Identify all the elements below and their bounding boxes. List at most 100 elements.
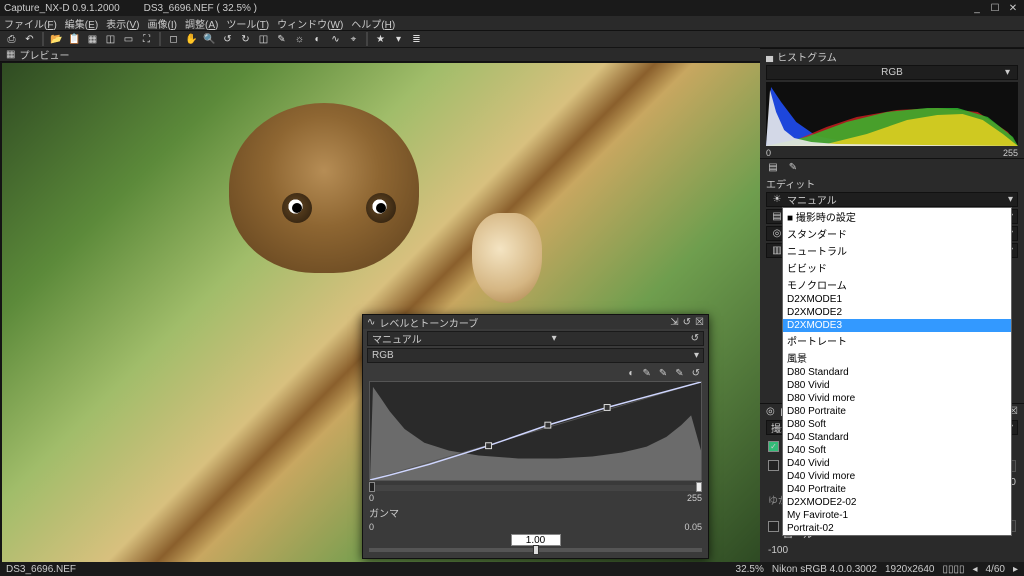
title-bar: Capture_NX-D 0.9.1.2000 DS3_6696.NEF ( 3… [0,0,1024,16]
picture-control-option[interactable]: D80 Standard [783,366,1011,379]
axial-aberration-checkbox[interactable] [768,460,779,471]
undo-icon[interactable]: ↶ [22,32,37,46]
info-tab-icon[interactable]: ✎ [786,162,800,173]
picture-control-option[interactable]: スタンダード [783,225,1011,242]
preview-pane: ▦ プレビュー ∿ レベルとトーンカーブ ⇲ ↺ ☒ マニュアル ↺ [0,48,760,562]
rotate-left-icon[interactable]: ↺ [220,32,235,46]
app-title: Capture_NX-D 0.9.1.2000 [4,3,120,14]
menu-image[interactable]: 画像(I) [148,16,177,31]
pin-icon[interactable]: ⇲ [670,317,678,328]
picture-control-option[interactable]: ニュートラル [783,242,1011,259]
fit-icon[interactable]: ◻ [166,32,181,46]
histogram-channel-dropdown[interactable]: RGB [766,65,1018,80]
prev-image-button[interactable]: ◂ [972,564,977,575]
edit-header[interactable]: エディット [760,176,1024,190]
next-image-button[interactable]: ▸ [1013,564,1018,575]
hist-min: 0 [766,148,771,158]
picture-control-option[interactable]: D40 Portraite [783,483,1011,496]
compare-icon[interactable]: ◫ [103,32,118,46]
auto-contrast-icon[interactable]: ◐ [628,368,634,378]
picture-control-option[interactable]: D40 Vivid more [783,470,1011,483]
eyedrop-gray-icon[interactable]: ✎ [659,368,667,378]
preset-dropdown[interactable]: マニュアル ↺ [367,331,704,346]
menu-edit[interactable]: 編集(E) [65,16,98,31]
rgb-histogram [766,82,1018,146]
picture-control-option[interactable]: D2XMODE3 [783,319,1011,332]
picture-control-option[interactable]: Portrait-02 [783,522,1011,535]
input-max: 255 [687,493,702,503]
mask-icon[interactable]: ◐ [310,32,325,46]
picture-control-option[interactable]: D40 Vivid [783,457,1011,470]
status-filename: DS3_6696.NEF [6,564,76,575]
picture-control-option[interactable]: D80 Vivid more [783,392,1011,405]
input-slider[interactable] [369,485,702,491]
chevron-down-icon [1005,67,1010,78]
picture-control-option[interactable]: D2XMODE1 [783,293,1011,306]
preview-tab-label: プレビュー [19,48,69,62]
eyedropper-icon[interactable]: ✎ [274,32,289,46]
preset-reset-icon[interactable]: ↺ [691,333,699,344]
menu-file[interactable]: ファイル(F) [4,16,57,31]
reset-panel-icon[interactable]: ↺ [683,317,691,328]
picture-control-option[interactable]: ポートレート [783,332,1011,349]
menu-view[interactable]: 表示(V) [106,16,139,31]
picture-control-option[interactable]: D2XMODE2-02 [783,496,1011,509]
edit-tab-icon[interactable]: ▤ [766,162,780,173]
select-icon[interactable]: ▭ [121,32,136,46]
picture-control-option[interactable]: D40 Soft [783,444,1011,457]
levels-curve-panel: ∿ レベルとトーンカーブ ⇲ ↺ ☒ マニュアル ↺ RGB ◐ ✎ ✎ [362,314,709,559]
curve-icon[interactable]: ∿ [328,32,343,46]
grid-icon[interactable]: ▦ [85,32,100,46]
fullscreen-icon[interactable]: ⛶ [139,32,154,46]
menu-bar: ファイル(F) 編集(E) 表示(V) 画像(I) 調整(A) ツール(T) ウ… [0,16,1024,31]
menu-adjust[interactable]: 調整(A) [185,16,218,31]
output-min: 0 [369,522,374,532]
menu-tool[interactable]: ツール(T) [226,16,269,31]
tag-icon[interactable]: ⌖ [346,32,361,46]
hist-max: 255 [1003,148,1018,158]
picture-control-option[interactable]: 風景 [783,349,1011,366]
menu-window[interactable]: ウィンドウ(W) [277,16,343,31]
sort-icon[interactable]: ≣ [409,32,424,46]
picture-control-option[interactable]: My Favirote-1 [783,509,1011,522]
filter-icon[interactable]: ▾ [391,32,406,46]
doc-title: DS3_6696.NEF ( 32.5% ) [144,3,257,14]
edit-preset-dropdown[interactable]: ☀ マニュアル [766,192,1018,207]
star-icon[interactable]: ★ [373,32,388,46]
save-icon[interactable]: 📋 [67,32,82,46]
close-button[interactable]: ✕ [1006,3,1020,14]
rotate-right-icon[interactable]: ↻ [238,32,253,46]
picture-control-option[interactable]: D40 Standard [783,431,1011,444]
thumbnail-icon[interactable]: ▦ [6,49,15,60]
whitebalance-icon[interactable]: ☼ [292,32,307,46]
zoom-icon[interactable]: 🔍 [202,32,217,46]
picture-control-option[interactable]: D80 Soft [783,418,1011,431]
tone-curve-graph[interactable] [369,381,702,481]
vignette-checkbox[interactable] [768,521,779,532]
picture-control-option[interactable]: D80 Portraite [783,405,1011,418]
close-panel-icon[interactable]: ☒ [695,317,704,328]
picture-control-option[interactable]: D2XMODE2 [783,306,1011,319]
open-icon[interactable]: 📂 [49,32,64,46]
eyedrop-white-icon[interactable]: ✎ [675,368,683,378]
maximize-button[interactable]: ☐ [988,3,1002,14]
histogram-header[interactable]: ▄ ヒストグラム [760,49,1024,63]
gamma-slider[interactable] [369,548,702,552]
menu-help[interactable]: ヘルプ(H) [351,16,395,31]
picture-control-option[interactable]: モノクローム [783,276,1011,293]
channel-dropdown[interactable]: RGB [367,348,704,363]
status-icons: ▯▯▯▯ [942,564,964,575]
minimize-button[interactable]: _ [970,3,984,14]
status-bar: DS3_6696.NEF 32.5% Nikon sRGB 4.0.0.3002… [0,562,1024,576]
curve-reset-icon[interactable]: ↺ [692,368,700,378]
picture-control-option[interactable]: D80 Vivid [783,379,1011,392]
print-icon[interactable]: ⎙ [4,32,19,46]
eyedrop-black-icon[interactable]: ✎ [642,368,650,378]
picture-control-options[interactable]: ■ 撮影時の設定スタンダードニュートラルビビッドモノクロームD2XMODE1D2… [782,207,1012,536]
picture-control-option[interactable]: ビビッド [783,259,1011,276]
hand-icon[interactable]: ✋ [184,32,199,46]
crop-icon[interactable]: ◫ [256,32,271,46]
picture-control-option[interactable]: ■ 撮影時の設定 [783,208,1011,225]
chromatic-aberration-checkbox[interactable] [768,441,779,452]
gamma-label: ガンマ [369,505,702,520]
